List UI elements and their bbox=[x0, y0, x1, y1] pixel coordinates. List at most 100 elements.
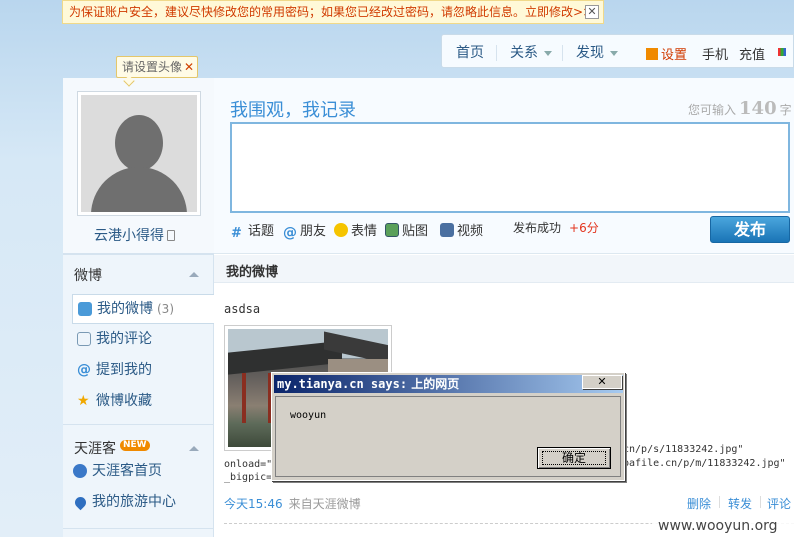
user-speech-icon bbox=[78, 302, 92, 316]
chevron-down-icon bbox=[544, 50, 552, 56]
nav-separator bbox=[496, 45, 497, 61]
injected-code-line: bafile.cn/p/m/11833242.jpg" bbox=[623, 458, 786, 469]
injected-code-line: _bigpic= bbox=[224, 472, 273, 483]
nav-relations-label: 关系 bbox=[510, 45, 538, 61]
top-nav: 首页 关系 发现 设置 手机 充值 bbox=[441, 34, 794, 68]
nav-settings-label: 设置 bbox=[661, 48, 688, 63]
points-earned: +6分 bbox=[569, 221, 599, 235]
nav-discover[interactable]: 发现 bbox=[576, 42, 618, 62]
hashtag-icon: # bbox=[231, 226, 242, 241]
sidebar-divider bbox=[63, 528, 214, 529]
notice-close-icon[interactable]: ✕ bbox=[585, 5, 599, 19]
feed-header: 我的微博 bbox=[214, 255, 794, 283]
set-avatar-tip[interactable]: 请设置头像 ✕ bbox=[116, 56, 198, 87]
dialog-ok-button[interactable]: 确定 bbox=[537, 447, 611, 469]
dialog-message: wooyun bbox=[290, 410, 327, 421]
sidebar-item-my-comments[interactable]: 我的评论 bbox=[72, 325, 214, 355]
dialog-title-prefix: my.tianya.cn says: bbox=[277, 377, 408, 391]
feed-header-title: 我的微博 bbox=[226, 265, 279, 280]
tool-label: 贴图 bbox=[402, 224, 429, 239]
dialog-body: wooyun 确定 bbox=[275, 396, 621, 477]
post-textarea[interactable] bbox=[230, 122, 790, 213]
sidebar-item-tianya-home[interactable]: 天涯客首页 bbox=[68, 457, 210, 487]
sidebar-item-label: 提到我的 bbox=[96, 362, 152, 378]
post-source: 来自天涯微博 bbox=[288, 497, 361, 511]
sidebar-section-weibo: 微博 bbox=[74, 268, 102, 284]
repost-link[interactable]: 转发 bbox=[728, 495, 752, 512]
nav-separator bbox=[562, 45, 563, 61]
tip-close-icon[interactable]: ✕ bbox=[184, 57, 194, 77]
dialog-title-suffix: 上的网页 bbox=[411, 377, 460, 391]
tool-video[interactable]: 视频 bbox=[440, 220, 483, 239]
publish-success-message: 发布成功 +6分 bbox=[513, 219, 599, 236]
chevron-down-icon bbox=[610, 50, 618, 56]
char-remaining-count: 140 bbox=[739, 98, 777, 119]
nav-mobile[interactable]: 手机 bbox=[702, 44, 728, 63]
sidebar-section-tianya-label: 天涯客 bbox=[74, 441, 116, 457]
tool-label: 朋友 bbox=[300, 224, 327, 239]
photo-pillar bbox=[242, 373, 246, 423]
watermark: www.wooyun.org bbox=[652, 516, 794, 537]
comment-icon bbox=[77, 332, 91, 346]
action-separator bbox=[719, 496, 720, 508]
globe-icon bbox=[73, 464, 87, 478]
sidebar-item-label: 微博收藏 bbox=[96, 393, 152, 409]
sidebar-item-favorites[interactable]: ★ 微博收藏 bbox=[72, 387, 214, 417]
nav-recharge[interactable]: 充值 bbox=[739, 44, 765, 63]
nav-relations[interactable]: 关系 bbox=[510, 42, 552, 62]
publisher-title: 我围观，我记录 bbox=[230, 100, 356, 121]
sidebar-divider bbox=[63, 424, 214, 425]
tool-topic[interactable]: # 话题 bbox=[231, 220, 274, 241]
new-badge: NEW bbox=[120, 440, 150, 451]
injected-code-line: cn/p/s/11833242.jpg" bbox=[623, 444, 744, 455]
post-time[interactable]: 今天15:46 bbox=[224, 497, 283, 511]
publish-success-text: 发布成功 bbox=[513, 221, 562, 235]
sidebar-divider bbox=[63, 254, 214, 255]
action-separator bbox=[760, 496, 761, 508]
settings-icon bbox=[646, 48, 658, 60]
sidebar-item-travel-center[interactable]: 我的旅游中心 bbox=[68, 488, 210, 518]
collapse-icon[interactable] bbox=[189, 272, 199, 277]
char-remaining-suffix: 字 bbox=[779, 103, 792, 117]
publish-button[interactable]: 发布 bbox=[710, 216, 790, 243]
injected-code-line: onload=" bbox=[224, 459, 273, 470]
tool-emoticon[interactable]: 表情 bbox=[334, 220, 377, 239]
alert-dialog: my.tianya.cn says: 上的网页 ✕ wooyun 确定 bbox=[271, 372, 625, 481]
at-icon: @ bbox=[283, 225, 297, 241]
sidebar-item-mentions[interactable]: @ 提到我的 bbox=[72, 356, 214, 386]
tool-label: 表情 bbox=[351, 224, 378, 239]
username[interactable]: 云港小得得 bbox=[94, 225, 175, 245]
char-remaining-prefix: 您可输入 bbox=[688, 103, 737, 117]
sidebar-item-label: 我的旅游中心 bbox=[92, 494, 176, 510]
tool-friends[interactable]: @ 朋友 bbox=[283, 220, 326, 240]
focus-ring bbox=[542, 451, 606, 465]
collapse-icon[interactable] bbox=[189, 446, 199, 451]
image-icon bbox=[385, 223, 399, 237]
post-meta: 今天15:46 来自天涯微博 bbox=[224, 495, 361, 512]
avatar-head bbox=[115, 115, 163, 171]
default-avatar-icon bbox=[81, 95, 197, 212]
security-notice-text[interactable]: 为保证账户安全，建议尽快修改您的常用密码；如果您已经改过密码，请忽略此信息。立即… bbox=[69, 5, 593, 19]
avatar[interactable] bbox=[77, 91, 201, 216]
tool-image[interactable]: 贴图 bbox=[385, 220, 428, 239]
nav-settings[interactable]: 设置 bbox=[646, 44, 687, 63]
dialog-close-icon[interactable]: ✕ bbox=[582, 375, 622, 389]
sidebar-item-label: 天涯客首页 bbox=[92, 463, 162, 479]
app-grid-icon[interactable] bbox=[778, 48, 786, 56]
security-notice: 为保证账户安全，建议尽快修改您的常用密码；如果您已经改过密码，请忽略此信息。立即… bbox=[62, 0, 604, 24]
at-icon: @ bbox=[77, 362, 91, 378]
tool-label: 视频 bbox=[457, 224, 484, 239]
delete-link[interactable]: 删除 bbox=[687, 495, 711, 512]
comment-link[interactable]: 评论 bbox=[767, 495, 791, 512]
sidebar-section-tianya: 天涯客 NEW bbox=[74, 438, 150, 458]
mobile-phone-icon bbox=[167, 230, 175, 241]
char-remaining: 您可输入 140 字 bbox=[688, 98, 792, 119]
dialog-title[interactable]: my.tianya.cn says: 上的网页 bbox=[274, 375, 623, 393]
sidebar-item-my-weibo[interactable]: 我的微博 (3) bbox=[72, 294, 214, 324]
tool-label: 话题 bbox=[248, 224, 275, 239]
username-text: 云港小得得 bbox=[94, 228, 164, 244]
smiley-icon bbox=[334, 223, 348, 237]
sidebar-item-count: (3) bbox=[157, 302, 174, 316]
nav-home[interactable]: 首页 bbox=[456, 42, 484, 62]
nav-discover-label: 发现 bbox=[576, 45, 604, 61]
